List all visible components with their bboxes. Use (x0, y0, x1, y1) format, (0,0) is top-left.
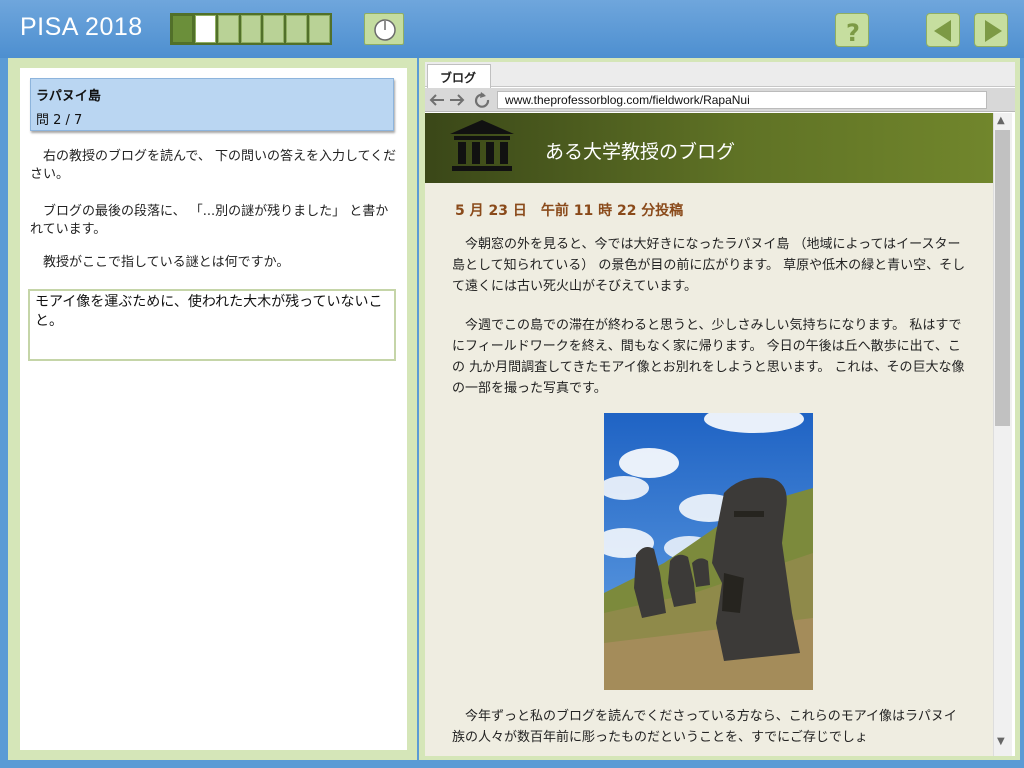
blog-paragraph: 今年ずっと私のブログを読んでくださっている方なら、これらのモアイ像はラパヌイ族の… (452, 709, 957, 745)
browser-tab-strip (425, 62, 1015, 87)
progress-segment (217, 15, 239, 43)
scroll-down-icon[interactable]: ▼ (997, 736, 1005, 747)
building-columns-icon (450, 120, 514, 171)
blog-title: ある大学教授のブログ (545, 141, 736, 163)
help-button[interactable]: ? (835, 13, 869, 47)
progress-bar (170, 13, 332, 45)
next-button[interactable] (974, 13, 1008, 47)
progress-segment (263, 15, 285, 43)
browser-tab[interactable]: ブログ (427, 64, 491, 88)
post-date: 5 月 23 日 午前 11 時 22 分投稿 (455, 203, 684, 219)
top-bar (0, 0, 1024, 58)
previous-button[interactable] (926, 13, 960, 47)
scrollbar-thumb[interactable] (995, 130, 1010, 426)
blog-paragraph: 今朝窓の外を見ると、今では大好きになったラパヌイ島 （地域によってはイースター島… (452, 237, 966, 294)
triangle-right-icon (985, 20, 1002, 42)
progress-segment (240, 15, 262, 43)
scroll-up-icon[interactable]: ▲ (997, 115, 1005, 126)
question-text: 教授がここで指している謎とは何ですか。 (30, 255, 290, 270)
timer-icon (374, 19, 396, 41)
question-mark-icon: ? (846, 19, 860, 47)
unit-header: ラパヌイ島 問 2 / 7 (30, 78, 394, 131)
progress-segment (172, 15, 193, 43)
refresh-icon[interactable] (474, 92, 490, 108)
triangle-left-icon (934, 20, 951, 42)
address-bar[interactable]: www.theprofessorblog.com/fieldwork/RapaN… (497, 91, 987, 109)
app-title: PISA 2018 (20, 13, 143, 41)
answer-input[interactable]: モアイ像を運ぶために、使われた大木が残っていないこと。 (28, 289, 396, 361)
progress-segment (286, 15, 308, 43)
browser-nav (428, 91, 494, 113)
moai-photo (604, 413, 813, 690)
blog-paragraph: 今週でこの島での滞在が終わると思うと、少しさみしい気持ちになります。 私はすでに… (452, 318, 965, 396)
svg-text:?: ? (846, 19, 860, 47)
progress-segment (309, 15, 331, 43)
back-arrow-icon[interactable] (429, 94, 444, 106)
timer-button[interactable] (364, 13, 404, 45)
progress-segment (194, 15, 216, 43)
instruction-text: 右の教授のブログを読んで、 下の問いの答えを入力してください。 (30, 149, 397, 182)
unit-title: ラパヌイ島 (36, 89, 101, 104)
forward-arrow-icon[interactable] (450, 94, 465, 106)
instruction-text: ブログの最後の段落に、 「...別の謎が残りました」 と書かれています。 (30, 204, 389, 237)
question-counter: 問 2 / 7 (36, 113, 83, 128)
